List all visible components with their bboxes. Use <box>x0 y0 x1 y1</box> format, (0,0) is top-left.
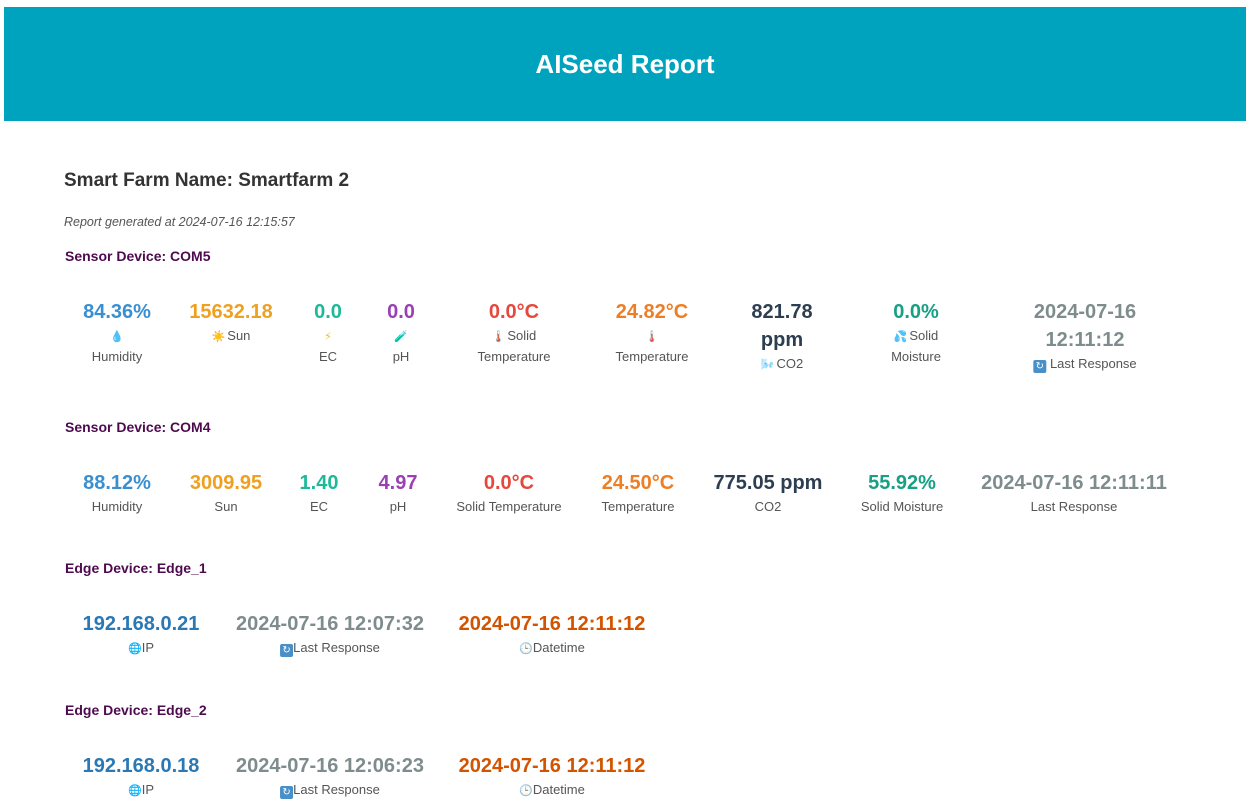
com4-ec-value: 1.40 <box>299 472 339 494</box>
refresh-icon: ↻ <box>280 644 294 657</box>
edge1-ip: 192.168.0.21 🌐IP <box>83 610 200 659</box>
edge2-last-response-value: 2024-07-16 12:06:23 <box>236 755 424 777</box>
com4-solid-moisture-value: 55.92% <box>868 472 936 494</box>
edge2-ip-label: IP <box>141 782 154 797</box>
com5-co2: 821.78 ppm 🌬️ CO2 <box>751 298 812 375</box>
com5-temperature-label: Temperature <box>615 349 689 364</box>
wind-icon: 🌬️ <box>760 359 775 371</box>
com4-ph-value: 4.97 <box>378 472 418 494</box>
com5-humidity-value: 84.36% <box>83 301 151 323</box>
edge1-last-response: 2024-07-16 12:07:32 ↻ Last Response <box>236 610 424 658</box>
com4-last-response-label: Last Response <box>1030 499 1118 514</box>
com5-solid-moisture: 0.0% 💦 Solid Moisture <box>891 298 941 367</box>
com5-sun-value: 15632.18 <box>189 301 273 323</box>
thermometer-icon: 🌡️ <box>491 331 506 343</box>
com5-solid-temperature-value: 0.0°C <box>488 301 540 323</box>
sensor-device-com4-title: Sensor Device: COM4 <box>65 419 211 435</box>
com5-temperature-value: 24.82°C <box>615 301 689 323</box>
com5-humidity-label: Humidity <box>91 349 143 364</box>
test-tube-icon: 🧪 <box>394 331 408 343</box>
sweat-drops-icon: 💦 <box>893 331 908 343</box>
com5-last-response: 2024-07-16 12:11:12 ↻ Last Response <box>1033 298 1137 374</box>
globe-icon: 🌐 <box>128 643 142 655</box>
edge2-last-response: 2024-07-16 12:06:23 ↻ Last Response <box>236 752 424 800</box>
edge2-datetime-value: 2024-07-16 12:11:12 <box>458 755 646 777</box>
com4-temperature: 24.50°C Temperature <box>602 469 675 517</box>
edge1-datetime-label: Datetime <box>532 640 585 655</box>
com4-sun: 3009.95 Sun <box>190 469 262 517</box>
com5-ph-value: 0.0 <box>387 301 415 323</box>
edge2-datetime-label: Datetime <box>532 782 585 797</box>
droplet-icon: 💧 <box>110 331 124 343</box>
com4-last-response: 2024-07-16 12:11:11 Last Response <box>981 469 1167 517</box>
com5-temperature: 24.82°C 🌡️ Temperature <box>616 298 689 367</box>
com4-humidity-value: 88.12% <box>83 472 151 494</box>
sensor-device-com5-title: Sensor Device: COM5 <box>65 248 211 264</box>
com5-co2-value-a: 821.78 <box>751 301 813 323</box>
com5-ph-label: pH <box>392 349 410 364</box>
com5-last-response-label: Last Response <box>1049 356 1137 371</box>
com4-sun-label: Sun <box>214 499 238 514</box>
com4-co2-value: 775.05 ppm <box>713 472 823 494</box>
com5-co2-label: CO2 <box>776 356 804 371</box>
com4-co2: 775.05 ppm CO2 <box>714 469 823 517</box>
farm-name: Smart Farm Name: Smartfarm 2 <box>64 170 350 191</box>
com5-humidity: 84.36% 💧 Humidity <box>83 298 151 367</box>
report-title: AISeed Report <box>535 48 715 79</box>
com4-solid-temperature-value: 0.0°C <box>483 472 535 494</box>
com5-ec: 0.0 ⚡ EC <box>314 298 342 367</box>
com4-solid-temperature: 0.0°C Solid Temperature <box>456 469 561 517</box>
edge2-ip: 192.168.0.18 🌐IP <box>83 752 200 801</box>
edge1-last-response-value: 2024-07-16 12:07:32 <box>236 613 424 635</box>
report-generated-time: Report generated at 2024-07-16 12:15:57 <box>64 215 295 229</box>
com4-last-response-value: 2024-07-16 12:11:11 <box>981 472 1167 494</box>
com4-temperature-value: 24.50°C <box>601 472 675 494</box>
edge1-ip-label: IP <box>141 640 154 655</box>
refresh-icon: ↻ <box>1033 360 1047 373</box>
edge-device-edge1-title: Edge Device: Edge_1 <box>65 560 207 576</box>
com5-last-response-value-b: 12:11:12 <box>1045 329 1125 351</box>
com4-solid-moisture: 55.92% Solid Moisture <box>861 469 943 517</box>
com4-humidity-label: Humidity <box>91 499 143 514</box>
clock-icon: 🕒 <box>519 785 533 797</box>
com5-ec-label: EC <box>318 349 338 364</box>
com5-sun-label: Sun <box>227 328 251 343</box>
com4-ph-label: pH <box>389 499 407 514</box>
edge1-last-response-label: Last Response <box>293 640 380 655</box>
com4-ph: 4.97 pH <box>379 469 418 517</box>
com5-solid-temperature: 0.0°C 🌡️ Solid Temperature <box>478 298 551 367</box>
com4-solid-temperature-label: Solid Temperature <box>456 499 562 514</box>
com4-co2-label: CO2 <box>754 499 782 514</box>
edge2-ip-value: 192.168.0.18 <box>82 755 200 777</box>
edge1-datetime-value: 2024-07-16 12:11:12 <box>458 613 646 635</box>
com4-ec-label: EC <box>309 499 329 514</box>
com5-solid-temperature-label-a: Solid <box>507 328 537 343</box>
clock-icon: 🕒 <box>519 643 533 655</box>
com5-sun: 15632.18 ☀️ Sun <box>189 298 272 347</box>
com4-solid-moisture-label: Solid Moisture <box>860 499 944 514</box>
edge-device-edge2-title: Edge Device: Edge_2 <box>65 702 207 718</box>
com4-temperature-label: Temperature <box>601 499 675 514</box>
lightning-icon: ⚡ <box>324 331 332 343</box>
com5-solid-moisture-label-b: Moisture <box>891 349 941 364</box>
com5-co2-value-b: ppm <box>760 329 804 351</box>
edge1-datetime: 2024-07-16 12:11:12 🕒Datetime <box>459 610 646 659</box>
refresh-icon: ↻ <box>280 786 294 799</box>
com4-ec: 1.40 EC <box>300 469 339 517</box>
com5-ec-value: 0.0 <box>314 301 342 323</box>
edge2-last-response-label: Last Response <box>293 782 380 797</box>
com5-solid-temperature-label-b: Temperature <box>477 349 551 364</box>
edge1-ip-value: 192.168.0.21 <box>82 613 200 635</box>
com5-ph: 0.0 🧪 pH <box>387 298 415 367</box>
report-header: AISeed Report <box>4 7 1246 121</box>
thermometer-icon: 🌡️ <box>645 331 659 343</box>
sun-icon: ☀️ <box>211 331 226 343</box>
com5-last-response-value-a: 2024-07-16 <box>1033 301 1137 323</box>
com4-humidity: 88.12% Humidity <box>83 469 151 517</box>
com5-solid-moisture-value: 0.0% <box>893 301 939 323</box>
com4-sun-value: 3009.95 <box>189 472 263 494</box>
globe-icon: 🌐 <box>128 785 142 797</box>
com5-solid-moisture-label-a: Solid <box>909 328 939 343</box>
edge2-datetime: 2024-07-16 12:11:12 🕒Datetime <box>459 752 646 801</box>
